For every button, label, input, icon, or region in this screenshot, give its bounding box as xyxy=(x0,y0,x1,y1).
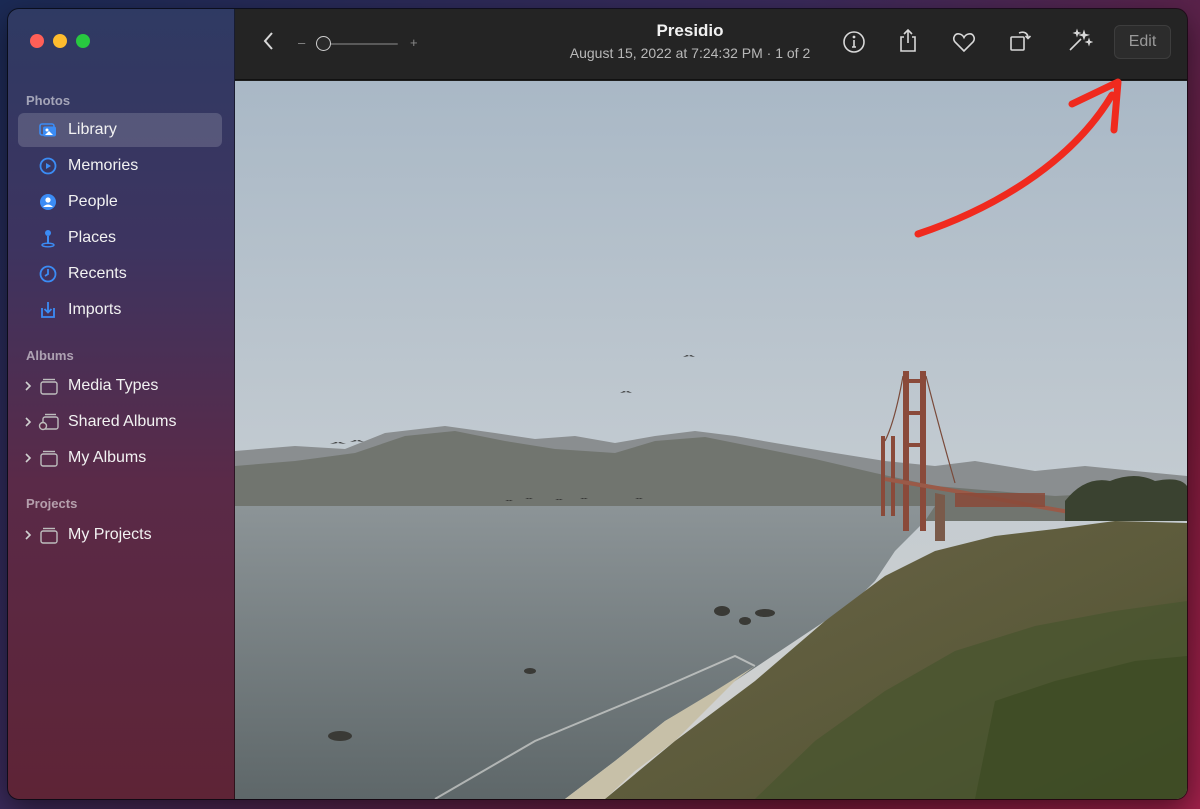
photo-title: Presidio xyxy=(656,21,724,40)
sidebar-item-label: My Albums xyxy=(68,449,147,466)
section-title-photos: Photos xyxy=(26,93,71,108)
people-icon xyxy=(38,192,58,212)
photo-subtitle: August 15, 2022 at 7:24:32 PM · 1 of 2 xyxy=(569,45,811,61)
zoom-out-label: – xyxy=(298,35,306,50)
sidebar-item-label: Recents xyxy=(68,265,127,282)
folder-stack-icon xyxy=(38,376,60,396)
sidebar-item-label: People xyxy=(68,193,118,210)
sidebar-item-label: Media Types xyxy=(68,377,159,394)
chevron-right-icon[interactable] xyxy=(22,452,34,464)
sidebar-item-label: Library xyxy=(68,121,117,138)
back-button[interactable] xyxy=(257,29,281,53)
photos-window: Photos Library Memories People Places Re… xyxy=(8,9,1187,799)
favorite-button[interactable] xyxy=(951,29,977,55)
sidebar-item-library[interactable]: Library xyxy=(18,113,222,147)
info-button[interactable] xyxy=(841,29,867,55)
chevron-left-icon xyxy=(263,32,273,50)
sidebar-item-memories[interactable]: Memories xyxy=(18,149,222,183)
chevron-right-icon[interactable] xyxy=(22,416,34,428)
photo-view[interactable] xyxy=(235,81,1187,799)
sidebar-item-label: Shared Albums xyxy=(68,413,177,430)
close-window-button[interactable] xyxy=(30,34,44,48)
sidebar-item-imports[interactable]: Imports xyxy=(18,293,222,327)
places-icon xyxy=(38,228,58,248)
rotate-icon xyxy=(1010,31,1032,51)
edit-button[interactable]: Edit xyxy=(1114,25,1171,59)
sidebar-item-people[interactable]: People xyxy=(18,185,222,219)
sidebar-item-my-projects[interactable]: My Projects xyxy=(22,520,152,550)
sidebar-item-media-types[interactable]: Media Types xyxy=(22,371,158,401)
sidebar: Photos Library Memories People Places Re… xyxy=(8,9,235,799)
minimize-window-button[interactable] xyxy=(53,34,67,48)
share-button[interactable] xyxy=(895,27,921,55)
recents-icon xyxy=(38,264,58,284)
sidebar-item-label: Places xyxy=(68,229,117,246)
library-icon xyxy=(38,120,58,140)
sidebar-item-label: Imports xyxy=(68,301,122,318)
window-controls xyxy=(30,34,90,48)
zoom-slider[interactable]: – + xyxy=(298,35,418,51)
chevron-right-icon[interactable] xyxy=(22,380,34,392)
fullscreen-window-button[interactable] xyxy=(76,34,90,48)
info-icon xyxy=(843,31,865,53)
imports-icon xyxy=(38,300,58,320)
section-title-albums: Albums xyxy=(26,348,74,363)
magic-wand-icon xyxy=(1069,28,1093,51)
zoom-in-label: + xyxy=(410,35,418,50)
section-title-projects: Projects xyxy=(26,496,78,511)
sidebar-item-label: Memories xyxy=(68,157,139,174)
heart-icon xyxy=(953,33,975,53)
shared-albums-icon xyxy=(38,412,60,432)
photo-title-block: Presidio August 15, 2022 at 7:24:32 PM ·… xyxy=(545,21,835,61)
share-icon xyxy=(900,28,916,52)
sidebar-item-places[interactable]: Places xyxy=(18,221,222,255)
zoom-knob[interactable] xyxy=(316,36,332,51)
golden-gate-photo xyxy=(235,81,1187,799)
folder-stack-icon xyxy=(38,448,60,468)
memories-icon xyxy=(38,156,58,176)
toolbar: – + Presidio August 15, 2022 at 7:24:32 … xyxy=(235,9,1187,80)
auto-enhance-button[interactable] xyxy=(1065,27,1093,55)
chevron-right-icon[interactable] xyxy=(22,529,34,541)
rotate-button[interactable] xyxy=(1007,27,1033,55)
sidebar-item-my-albums[interactable]: My Albums xyxy=(22,443,146,473)
sidebar-item-label: My Projects xyxy=(68,526,152,543)
sidebar-item-shared-albums[interactable]: Shared Albums xyxy=(22,407,177,437)
sidebar-item-recents[interactable]: Recents xyxy=(18,257,222,291)
folder-stack-icon xyxy=(38,525,60,545)
